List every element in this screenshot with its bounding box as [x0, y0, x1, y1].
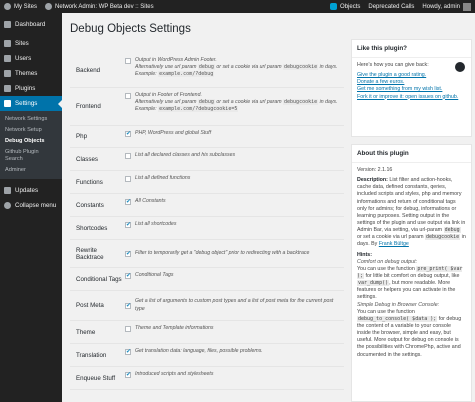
menu-sites[interactable]: Sites — [0, 36, 62, 51]
admin-sidebar: Dashboard Sites Users Themes Plugins Set… — [0, 13, 62, 402]
row-frontend: Frontend Output in Footer of Frontend. A… — [70, 88, 344, 126]
deprecated-calls-link[interactable]: Deprecated Calls — [364, 0, 418, 13]
avatar — [463, 2, 471, 11]
menu-themes[interactable]: Themes — [0, 66, 62, 81]
menu-settings[interactable]: Settings — [0, 96, 62, 111]
row-functions: Functions List all defined functions — [70, 171, 344, 194]
row-label: Classes — [76, 155, 99, 163]
menu-plugins[interactable]: Plugins — [0, 81, 62, 96]
plugins-icon — [4, 85, 11, 92]
github-link[interactable]: Fork it or improve it: open issues on gi… — [357, 94, 466, 101]
rate-link[interactable]: Give the plugin a good rating. — [357, 72, 466, 79]
menu-dashboard[interactable]: Dashboard — [0, 17, 62, 32]
settings-submenu: Network Settings Network Setup Debug Obj… — [0, 111, 62, 179]
row-shortcodes: Shortcodes List all shortcodes — [70, 217, 344, 240]
submenu-network-setup[interactable]: Network Setup — [0, 125, 62, 136]
main-content: Debug Objects Settings Backend Output in… — [62, 13, 475, 402]
row-rewrite-backtrace: Rewrite Backtrace Filter to temporarily … — [70, 240, 344, 268]
rewrite-backtrace-checkbox[interactable] — [125, 250, 131, 257]
shortcodes-checkbox[interactable] — [125, 221, 131, 228]
row-label: Translation — [76, 351, 107, 359]
home-icon — [45, 3, 53, 10]
like-box-title: Like this plugin? — [352, 40, 471, 58]
row-label: Conditional Tags — [76, 275, 122, 283]
updates-icon — [4, 186, 11, 194]
menu-users[interactable]: Users — [0, 51, 62, 66]
author-link[interactable]: Frank Bültge — [379, 241, 409, 247]
row-post-meta: Post Meta Get a list of arguments to cus… — [70, 291, 344, 321]
wordpress-icon — [4, 3, 11, 10]
objects-link[interactable]: Objects — [326, 0, 364, 13]
backend-checkbox[interactable] — [125, 58, 131, 64]
submenu-debug-objects[interactable]: Debug Objects — [0, 136, 62, 147]
about-box-title: About this plugin — [352, 145, 471, 163]
collapse-icon — [4, 201, 11, 209]
row-label: Functions — [76, 178, 103, 186]
users-icon — [4, 55, 11, 62]
theme-checkbox[interactable] — [125, 326, 131, 332]
settings-icon — [4, 100, 11, 107]
row-label: Constants — [76, 201, 104, 209]
my-sites-menu[interactable]: My Sites — [0, 0, 41, 13]
submenu-adminer[interactable]: Adminer — [0, 165, 62, 176]
php-checkbox[interactable] — [125, 130, 131, 137]
row-label: Post Meta — [76, 302, 104, 309]
functions-checkbox[interactable] — [125, 176, 131, 182]
sites-icon — [4, 40, 11, 47]
like-plugin-box: Like this plugin? Here's how you can giv… — [351, 39, 472, 137]
donate-link[interactable]: Donate a few euros. — [357, 79, 466, 86]
page-title: Debug Objects Settings — [70, 23, 191, 35]
frontend-checkbox[interactable] — [125, 93, 131, 99]
classes-checkbox[interactable] — [125, 153, 131, 159]
collapse-menu[interactable]: Collapse menu — [0, 198, 62, 213]
row-translation: Translation Get translation data: langua… — [70, 344, 344, 367]
row-label: Backend — [76, 66, 101, 74]
admin-bar: My Sites Network Admin: WP Beta dev :: S… — [0, 0, 475, 13]
constants-checkbox[interactable] — [125, 198, 131, 205]
debug-icon — [330, 3, 338, 10]
post-meta-checkbox[interactable] — [125, 302, 131, 309]
row-php: Php PHP, WordPress and global Stuff — [70, 126, 344, 148]
howdy-account-menu[interactable]: Howdy, admin — [418, 0, 475, 13]
submenu-github-plugin-search[interactable]: Github Plugin Search — [0, 147, 62, 165]
row-label: Shortcodes — [76, 224, 108, 232]
row-enqueue-stuff: Enqueue Stuff Introduced scripts and sty… — [70, 367, 344, 390]
row-classes: Classes List all declared classes and hi… — [70, 148, 344, 171]
about-plugin-box: About this plugin Version: 2.1.16 Descri… — [351, 144, 472, 402]
row-theme: Theme Theme and Template informations — [70, 321, 344, 344]
translation-checkbox[interactable] — [125, 348, 131, 355]
row-label: Php — [76, 133, 88, 140]
bug-icon — [455, 62, 465, 72]
row-label: Enqueue Stuff — [76, 374, 116, 382]
row-label: Frontend — [76, 103, 101, 110]
menu-updates[interactable]: Updates — [0, 183, 62, 198]
dashboard-icon — [4, 21, 11, 28]
row-label: Rewrite Backtrace — [76, 246, 104, 261]
row-label: Theme — [76, 328, 96, 336]
conditional-tags-checkbox[interactable] — [125, 272, 131, 279]
wishlist-link[interactable]: Get me something from my wish list. — [357, 86, 466, 93]
settings-form-table: Backend Output in WordPress Admin Footer… — [70, 53, 344, 390]
row-backend: Backend Output in WordPress Admin Footer… — [70, 53, 344, 88]
themes-icon — [4, 70, 11, 77]
row-conditional-tags: Conditional Tags Conditional Tags — [70, 268, 344, 291]
submenu-network-settings[interactable]: Network Settings — [0, 114, 62, 125]
row-constants: Constants All Constants — [70, 194, 344, 217]
network-admin-link[interactable]: Network Admin: WP Beta dev :: Sites — [41, 0, 158, 13]
enqueue-stuff-checkbox[interactable] — [125, 371, 131, 378]
